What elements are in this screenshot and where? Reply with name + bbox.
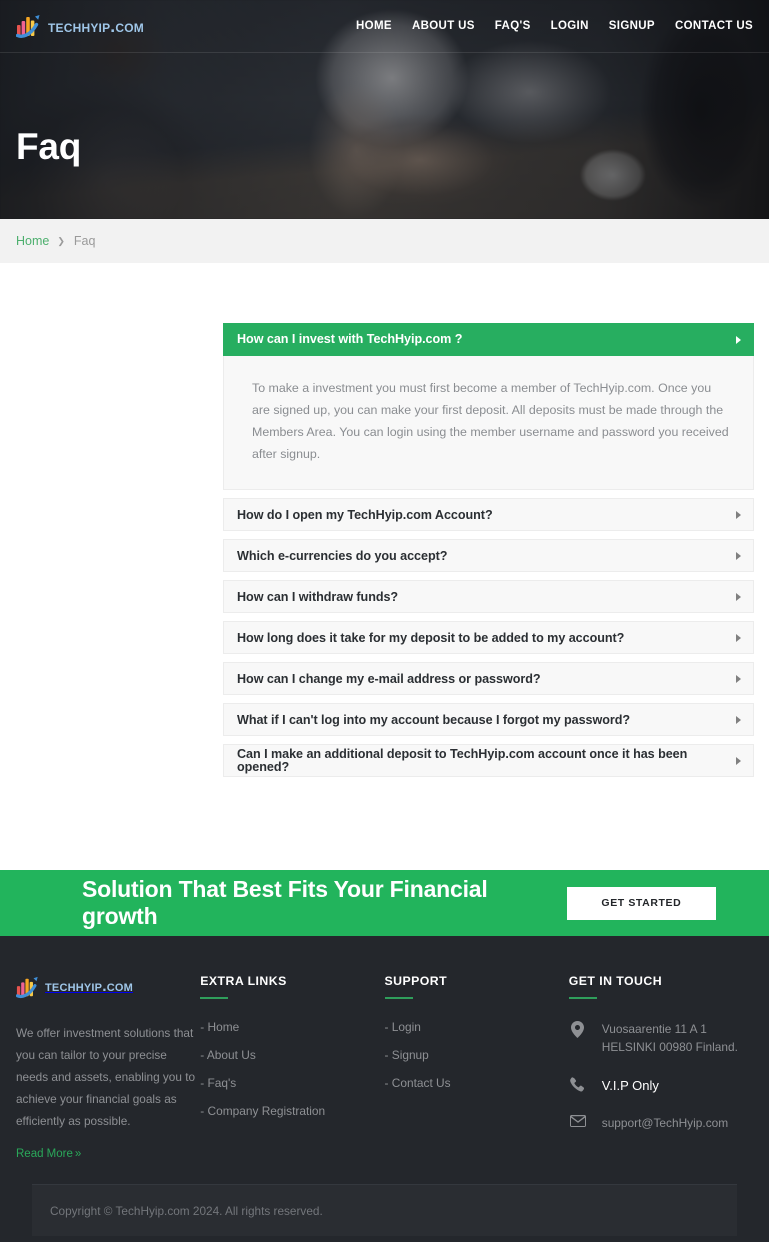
read-more-label: Read More [16, 1148, 73, 1161]
faq-item: Which e-currencies do you accept? [223, 539, 754, 573]
faq-question-toggle[interactable]: How can I change my e-mail address or pa… [223, 662, 754, 696]
footer-support-heading: SUPPORT [384, 974, 448, 989]
chevron-right-icon [736, 592, 741, 601]
contact-phone-text: V.I.P Only [601, 1077, 659, 1093]
chevron-right-icon [736, 715, 741, 724]
faq-item: How long does it take for my deposit to … [223, 621, 754, 655]
map-pin-icon [569, 1021, 587, 1039]
nav-item-home[interactable]: HOME [346, 14, 402, 38]
faq-item: How do I open my TechHyip.com Account? [223, 498, 754, 532]
faq-question-toggle[interactable]: What if I can't log into my account beca… [223, 703, 754, 737]
breadcrumb: Home ❯ Faq [0, 219, 769, 263]
footer-columns: TechHyip.com We offer investment solutio… [16, 974, 753, 1184]
footer-link-faqs[interactable]: - Faq's [200, 1076, 384, 1090]
faq-question-text: How can I change my e-mail address or pa… [237, 671, 541, 686]
heading-underline [384, 997, 413, 1000]
footer-about-column: TechHyip.com We offer investment solutio… [16, 974, 200, 1162]
faq-item: Can I make an additional deposit to Tech… [223, 744, 754, 778]
chevron-right-icon [736, 633, 741, 642]
faq-question-text: What if I can't log into my account beca… [237, 712, 630, 727]
page-title: Faq [16, 126, 82, 167]
read-more-link[interactable]: Read More» [16, 1148, 82, 1161]
nav-item-contact-us[interactable]: CONTACT US [665, 14, 753, 38]
footer-logo-text: TechHyip.com [45, 978, 133, 996]
footer-about-text: We offer investment solutions that you c… [16, 1026, 196, 1128]
footer-link-company-registration[interactable]: - Company Registration [200, 1104, 384, 1118]
contact-email-row: support@TechHyip.com [569, 1114, 753, 1132]
nav-item-signup[interactable]: SIGNUP [599, 14, 665, 38]
footer-link-home[interactable]: - Home [200, 1020, 384, 1034]
site-logo-text: TechHyip.com [48, 15, 144, 36]
nav-item-faqs[interactable]: FAQ'S [485, 14, 541, 38]
faq-question-text: Can I make an additional deposit to Tech… [237, 747, 688, 774]
contact-address-row: Vuosaarentie 11 A 1 HELSINKI 00980 Finla… [569, 1020, 753, 1056]
faq-question-toggle[interactable]: How can I withdraw funds? [223, 580, 754, 614]
heading-underline [200, 997, 229, 1000]
chevron-right-icon [736, 510, 741, 519]
faq-section: How can I invest with TechHyip.com ? To … [0, 263, 769, 871]
faq-answer-panel: To make a investment you must first beco… [223, 356, 754, 491]
footer-link-contact-us[interactable]: - Contact Us [385, 1076, 569, 1090]
footer-extra-links-heading: EXTRA LINKS [200, 974, 287, 989]
cta-banner: Solution That Best Fits Your Financial g… [0, 870, 769, 937]
footer-logo[interactable]: TechHyip.com [16, 974, 200, 1000]
faq-question-text: How can I withdraw funds? [237, 589, 399, 604]
footer-link-about-us[interactable]: - About Us [200, 1048, 384, 1062]
site-logo[interactable]: TechHyip.com [16, 12, 144, 40]
faq-question-text: How do I open my TechHyip.com Account? [237, 507, 493, 522]
chevron-right-icon [736, 756, 741, 765]
chevron-right-icon [736, 335, 741, 344]
faq-question-toggle[interactable]: Which e-currencies do you accept? [223, 539, 754, 573]
page-root: TechHyip.com HOME ABOUT US FAQ'S LOGIN S… [0, 0, 769, 1242]
double-chevron-right-icon: » [74, 1148, 82, 1161]
faq-question-toggle[interactable]: How long does it take for my deposit to … [223, 621, 754, 655]
contact-email-text[interactable]: support@TechHyip.com [602, 1114, 728, 1132]
chevron-right-icon [736, 551, 741, 560]
main-navigation: HOME ABOUT US FAQ'S LOGIN SIGNUP CONTACT… [346, 14, 753, 38]
get-started-button[interactable]: GET STARTED [566, 886, 716, 920]
copyright-bar: Copyright © TechHyip.com 2024. All right… [32, 1184, 737, 1237]
faq-item: How can I withdraw funds? [223, 580, 754, 614]
footer-contact-column: GET IN TOUCH Vuosaarentie 11 A 1 HELSINK… [568, 974, 753, 1162]
breadcrumb-current: Faq [73, 234, 96, 248]
heading-underline [568, 997, 597, 1000]
cta-inner: Solution That Best Fits Your Financial g… [16, 876, 753, 930]
breadcrumb-separator-icon: ❯ [57, 235, 65, 246]
nav-item-about-us[interactable]: ABOUT US [402, 14, 485, 38]
contact-address-text: Vuosaarentie 11 A 1 HELSINKI 00980 Finla… [601, 1022, 738, 1055]
faq-item: How can I invest with TechHyip.com ? To … [223, 323, 754, 491]
faq-question-text: How can I invest with TechHyip.com ? [237, 332, 463, 347]
site-footer: TechHyip.com We offer investment solutio… [0, 936, 769, 1242]
bar-chart-swoosh-logo-icon [16, 15, 40, 38]
faq-question-toggle[interactable]: Can I make an additional deposit to Tech… [223, 744, 754, 778]
faq-answer-text: To make a investment you must first beco… [252, 381, 729, 462]
copyright-text: Copyright © TechHyip.com 2024. All right… [50, 1203, 323, 1218]
footer-support-column: SUPPORT - Login - Signup - Contact Us [384, 974, 569, 1162]
faq-question-toggle[interactable]: How do I open my TechHyip.com Account? [223, 498, 754, 532]
faq-question-text: Which e-currencies do you accept? [237, 548, 448, 563]
faq-item: How can I change my e-mail address or pa… [223, 662, 754, 696]
nav-item-login[interactable]: LOGIN [541, 14, 599, 38]
footer-contact-heading: GET IN TOUCH [568, 974, 663, 989]
footer-base-strip [16, 1236, 753, 1242]
faq-question-toggle[interactable]: How can I invest with TechHyip.com ? [223, 323, 754, 356]
phone-icon [569, 1076, 587, 1092]
envelope-icon [569, 1115, 587, 1128]
footer-link-login[interactable]: - Login [385, 1020, 569, 1034]
hero-title-container: Faq [0, 53, 769, 165]
faq-item: What if I can't log into my account beca… [223, 703, 754, 737]
bar-chart-swoosh-logo-icon [16, 977, 38, 999]
site-navbar: TechHyip.com HOME ABOUT US FAQ'S LOGIN S… [0, 0, 769, 53]
footer-extra-links-column: EXTRA LINKS - Home - About Us - Faq's - … [200, 974, 384, 1162]
cta-headline: Solution That Best Fits Your Financial g… [82, 876, 488, 930]
faq-accordion: How can I invest with TechHyip.com ? To … [223, 323, 754, 778]
footer-link-signup[interactable]: - Signup [385, 1048, 569, 1062]
contact-phone-row: V.I.P Only [569, 1076, 753, 1096]
breadcrumb-home-link[interactable]: Home [16, 234, 49, 248]
hero-banner: TechHyip.com HOME ABOUT US FAQ'S LOGIN S… [0, 0, 769, 219]
faq-question-text: How long does it take for my deposit to … [237, 630, 625, 645]
chevron-right-icon [736, 674, 741, 683]
